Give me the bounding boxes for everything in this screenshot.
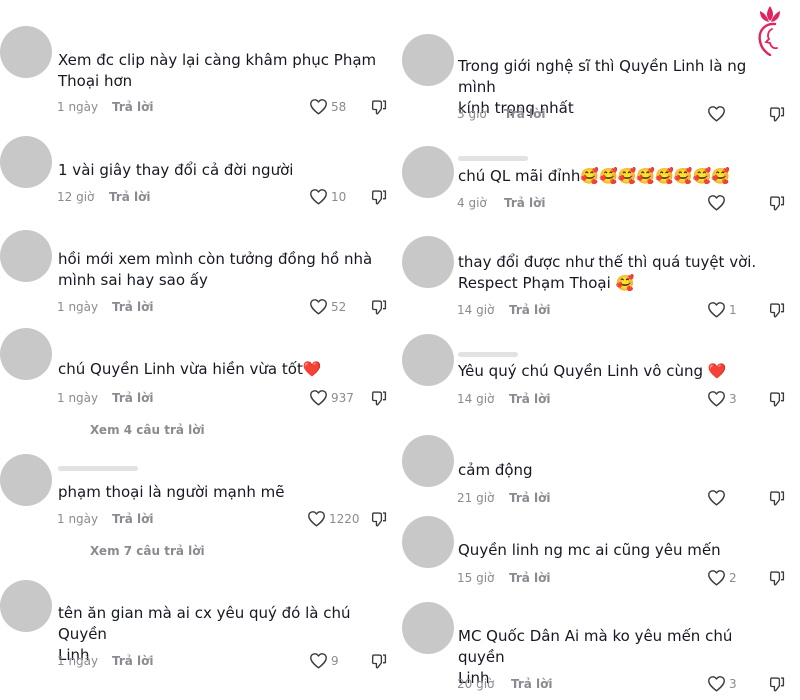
thumb-down-outline-icon[interactable]: [769, 391, 785, 408]
comment-text: cảm động: [458, 461, 533, 479]
comment-text: Xem đc clip này lại càng khâm phục Phạm …: [58, 51, 377, 90]
comment-time: 21 giờ: [457, 491, 495, 505]
thumb-down-outline-icon[interactable]: [769, 195, 785, 212]
thumb-down-outline-icon[interactable]: [769, 570, 785, 587]
comment-text: 1 vài giây thay đổi cả đời người: [58, 161, 294, 179]
comment-text: Quyền linh ng mc ai cũng yêu mến: [458, 541, 721, 559]
reply-button[interactable]: Trả lời: [112, 653, 154, 669]
reply-button[interactable]: Trả lời: [509, 391, 551, 407]
heart-outline-icon: [310, 299, 327, 315]
thumb-down-outline-icon[interactable]: [769, 490, 785, 507]
avatar[interactable]: [0, 454, 52, 506]
reply-button[interactable]: Trả lời: [109, 189, 151, 205]
heart-outline-icon: [310, 390, 327, 406]
reply-button[interactable]: Trả lời: [509, 302, 551, 318]
comment-time: 1 ngày: [57, 512, 99, 526]
thumb-down-outline-icon[interactable]: [371, 299, 387, 316]
avatar[interactable]: [402, 236, 454, 288]
like-count: 1220: [329, 512, 360, 526]
view-replies-link[interactable]: Xem 7 câu trả lời: [90, 543, 205, 559]
like-count: 937: [331, 391, 354, 405]
heart-outline-icon: [310, 189, 327, 205]
view-replies-link[interactable]: Xem 4 câu trả lời: [90, 422, 205, 438]
comment-column-left: Xem đc clip này lại càng khâm phục Phạm …: [0, 0, 400, 700]
comment-text: chú Quyền Linh vừa hiền vừa tốt❤️: [58, 360, 322, 378]
username-redacted: [58, 466, 138, 471]
heart-outline-icon: [708, 195, 725, 211]
comment-time: 14 giờ: [457, 392, 495, 406]
heart-outline-icon: [708, 570, 725, 586]
comment-text: Yêu quý chú Quyền Linh vô cùng ❤️: [458, 362, 727, 380]
avatar[interactable]: [0, 328, 52, 380]
avatar[interactable]: [0, 580, 52, 632]
comment-time: 1 ngày: [57, 654, 99, 668]
comment-text: thay đổi được như thế thì quá tuyệt vời.…: [458, 253, 757, 292]
thumb-down-outline-icon[interactable]: [371, 390, 387, 407]
like-count: 2: [729, 571, 737, 585]
avatar[interactable]: [402, 334, 454, 386]
heart-outline-icon: [708, 391, 725, 407]
comment-text: hồi mới xem mình còn tưởng đồng hồ nhà m…: [58, 250, 373, 289]
heart-outline-icon: [708, 490, 725, 506]
thumb-down-outline-icon[interactable]: [371, 189, 387, 206]
comment-time: 1 ngày: [57, 391, 99, 405]
comment-time: 15 giờ: [457, 571, 495, 585]
avatar[interactable]: [0, 26, 52, 78]
comment-text: chú QL mãi đỉnh🥰🥰🥰🥰🥰🥰🥰🥰: [458, 167, 730, 185]
like-count: 1: [729, 303, 737, 317]
username-redacted: [458, 156, 528, 161]
thumb-down-outline-icon[interactable]: [371, 511, 387, 528]
comment-column-right: Trong giới nghệ sĩ thì Quyền Linh là ng …: [400, 0, 800, 700]
thumb-down-outline-icon[interactable]: [769, 106, 785, 123]
like-count: 9: [331, 654, 339, 668]
avatar[interactable]: [402, 146, 454, 198]
avatar[interactable]: [402, 602, 454, 654]
heart-outline-icon: [708, 106, 725, 122]
heart-outline-icon: [310, 99, 327, 115]
comment-time: 20 giờ: [457, 677, 495, 691]
like-count: 58: [331, 100, 347, 114]
comment-time: 1 ngày: [57, 300, 99, 314]
comment-text: phạm thoại là người mạnh mẽ: [58, 483, 285, 501]
reply-button[interactable]: Trả lời: [112, 511, 154, 527]
thumb-down-outline-icon[interactable]: [371, 653, 387, 670]
comment-time: 3 giờ: [457, 107, 487, 121]
comment-time: 12 giờ: [57, 190, 95, 204]
heart-outline-icon: [308, 511, 325, 527]
reply-button[interactable]: Trả lời: [504, 195, 546, 211]
reply-button[interactable]: Trả lời: [112, 99, 154, 115]
username-redacted: [458, 352, 518, 357]
comment-time: 4 giờ: [457, 196, 487, 210]
like-count: 52: [331, 300, 347, 314]
avatar[interactable]: [0, 230, 52, 282]
reply-button[interactable]: Trả lời: [112, 390, 154, 406]
reply-button[interactable]: Trả lời: [509, 490, 551, 506]
thumb-down-outline-icon[interactable]: [371, 99, 387, 116]
heart-outline-icon: [310, 653, 327, 669]
reply-button[interactable]: Trả lời: [511, 676, 553, 692]
reply-button[interactable]: Trả lời: [504, 106, 546, 122]
avatar[interactable]: [0, 136, 52, 188]
reply-button[interactable]: Trả lời: [112, 299, 154, 315]
thumb-down-outline-icon[interactable]: [769, 676, 785, 693]
like-count: 3: [729, 677, 737, 691]
heart-outline-icon: [708, 676, 725, 692]
like-count: 10: [331, 190, 347, 204]
reply-button[interactable]: Trả lời: [509, 570, 551, 586]
avatar[interactable]: [402, 435, 454, 487]
comment-text: tên ăn gian mà ai cx yêu quý đó là chú Q…: [58, 604, 351, 664]
avatar[interactable]: [402, 34, 454, 86]
comment-time: 14 giờ: [457, 303, 495, 317]
comment-time: 1 ngày: [57, 100, 99, 114]
like-count: 3: [729, 392, 737, 406]
thumb-down-outline-icon[interactable]: [769, 302, 785, 319]
avatar[interactable]: [402, 516, 454, 568]
heart-outline-icon: [708, 302, 725, 318]
